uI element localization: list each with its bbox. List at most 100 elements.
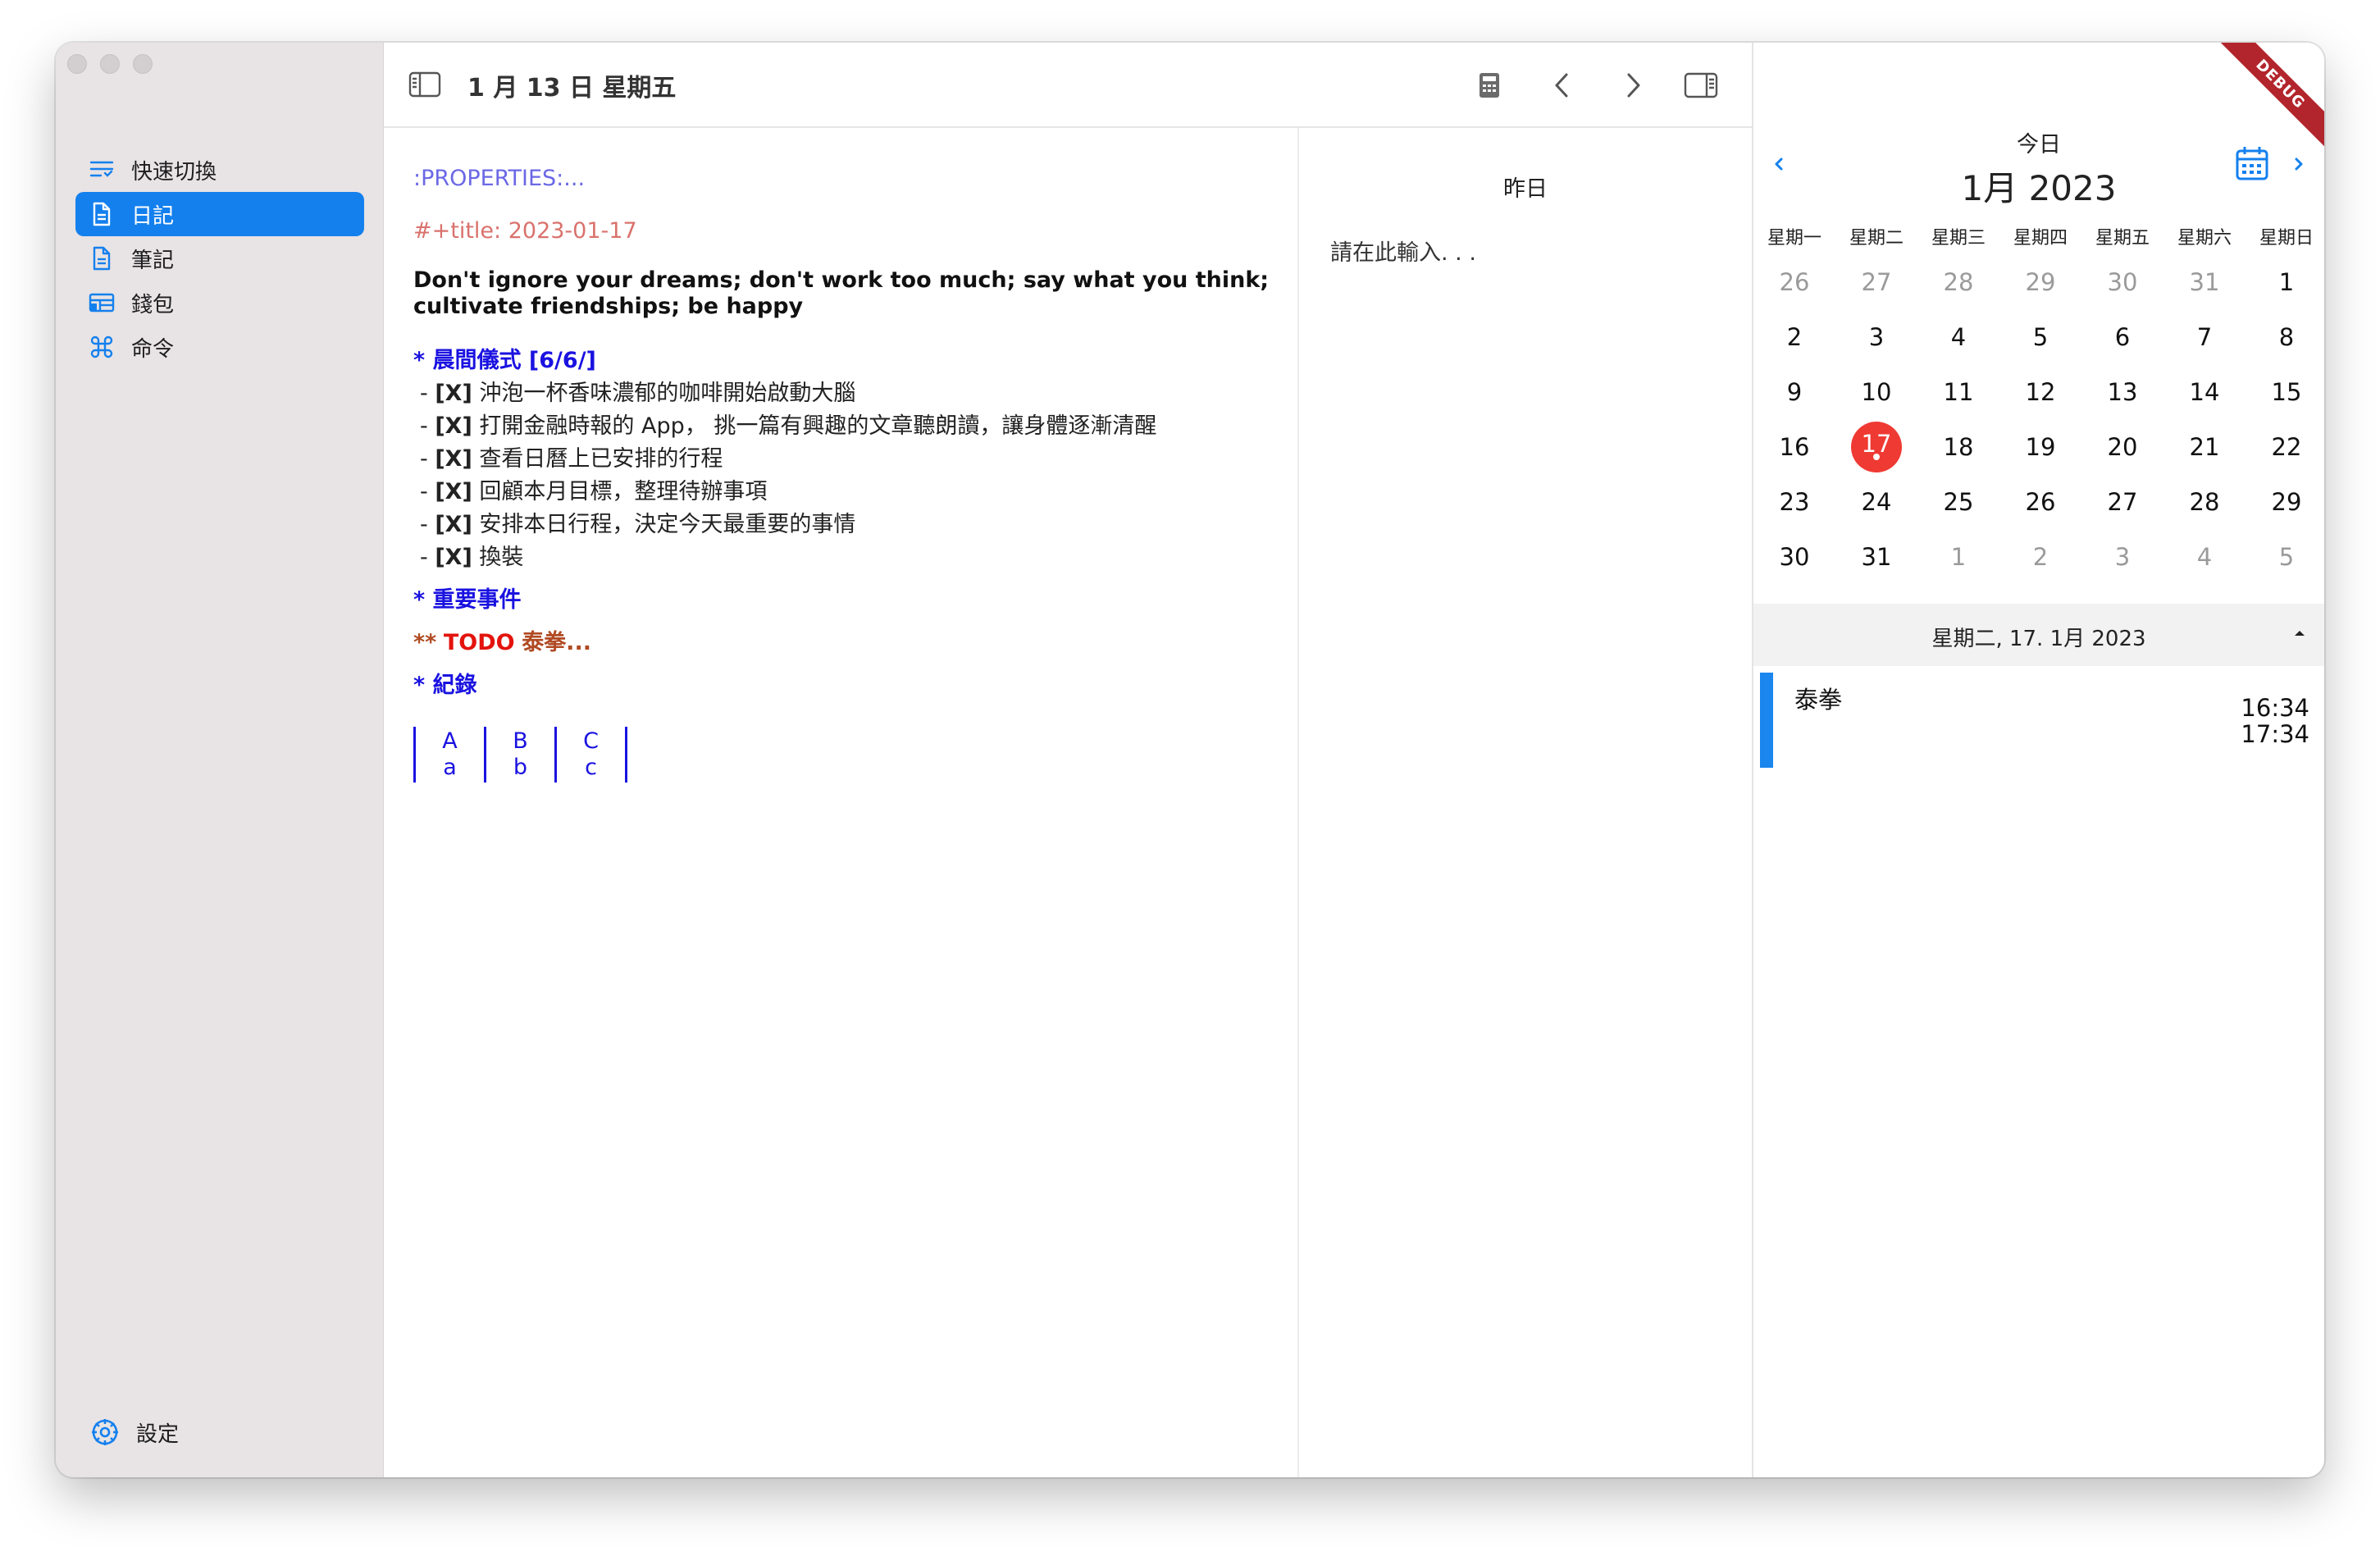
calendar-day[interactable]: 12 [1999, 364, 2081, 419]
calendar-day[interactable]: 16 [1753, 419, 1835, 474]
calendar-day[interactable]: 29 [1999, 254, 2081, 309]
sidebar-item-label: 錢包 [131, 292, 175, 317]
checklist-item[interactable]: - [X] 沖泡一杯香味濃郁的咖啡開始啟動大腦 [413, 377, 1274, 410]
weekday-label: 星期四 [2013, 228, 2068, 249]
heading-important-events[interactable]: * 重要事件 [413, 584, 1274, 617]
event-item[interactable]: 泰拳 16:34 17:34 [1760, 673, 2318, 768]
calendar-day[interactable]: 31 [1835, 529, 1917, 584]
properties-drawer[interactable]: :PROPERTIES:... [413, 162, 1274, 195]
calendar-day[interactable]: 31 [2163, 254, 2245, 309]
checkbox-mark[interactable]: [X] [435, 381, 472, 406]
next-day-button[interactable] [1617, 71, 1650, 100]
checkbox-mark[interactable]: [X] [435, 413, 472, 439]
calendar-day-selected[interactable]: 17 [1835, 419, 1917, 474]
calendar-day[interactable]: 27 [1835, 254, 1917, 309]
calendar-day[interactable]: 8 [2245, 309, 2324, 364]
calendar-day[interactable]: 22 [2245, 419, 2324, 474]
checklist-text: 安排本日行程，決定今天最重要的事情 [479, 512, 856, 537]
todo-stars: ** [413, 630, 437, 655]
heading-morning-ritual[interactable]: * 晨間儀式 [6/6/] [413, 345, 1274, 377]
selected-day-header[interactable]: 星期二, 17. 1月 2023 [1753, 604, 2324, 666]
calendar-day[interactable]: 3 [2081, 529, 2163, 584]
calendar-day[interactable]: 3 [1835, 309, 1917, 364]
checkbox-mark[interactable]: [X] [435, 479, 472, 504]
toggle-sidebar-button[interactable] [408, 71, 441, 98]
journal-editor-pane[interactable]: :PROPERTIES:... #+title: 2023-01-17 Don'… [384, 128, 1299, 1477]
calculator-button[interactable] [1473, 71, 1506, 100]
calendar-day[interactable]: 13 [2081, 364, 2163, 419]
minimize-window-button[interactable] [100, 54, 120, 74]
weekday-label: 星期一 [1767, 228, 1821, 249]
calendar-day[interactable]: 4 [1917, 309, 1999, 364]
calendar-day[interactable]: 28 [2163, 474, 2245, 529]
checklist-text: 打開金融時報的 App， 挑一篇有興趣的文章聽朗讀，讓身體逐漸清醒 [479, 413, 1157, 439]
calendar-day[interactable]: 26 [1753, 254, 1835, 309]
calendar-day[interactable]: 14 [2163, 364, 2245, 419]
calendar-day[interactable]: 19 [1999, 419, 2081, 474]
checklist-text: 查看日曆上已安排的行程 [479, 446, 723, 472]
calendar-day[interactable]: 4 [2163, 529, 2245, 584]
calendar-day[interactable]: 10 [1835, 364, 1917, 419]
sidebar-item-label: 快速切換 [131, 159, 217, 185]
weekday-label: 星期五 [2095, 228, 2150, 249]
calendar-week-row: 23 24 25 26 27 28 29 [1753, 474, 2324, 529]
current-date-title: 1 月 13 日 星期五 [467, 74, 677, 103]
calendar-day[interactable]: 20 [2081, 419, 2163, 474]
sidebar-item-command[interactable]: 命令 [75, 325, 364, 369]
chevron-right-icon [1627, 73, 1640, 98]
previous-month-button[interactable] [1767, 148, 1791, 180]
journal-document[interactable]: :PROPERTIES:... #+title: 2023-01-17 Don'… [413, 162, 1274, 783]
calendar-day[interactable]: 1 [2245, 254, 2324, 309]
calendar-day[interactable]: 5 [1999, 309, 2081, 364]
calendar-day[interactable]: 21 [2163, 419, 2245, 474]
calendar-day[interactable]: 11 [1917, 364, 1999, 419]
calendar-day[interactable]: 2 [1999, 529, 2081, 584]
collapse-caret-icon[interactable] [2291, 625, 2308, 641]
checklist-item[interactable]: - [X] 安排本日行程，決定今天最重要的事情 [413, 509, 1274, 541]
calendar-day[interactable]: 2 [1753, 309, 1835, 364]
calendar-day[interactable]: 27 [2081, 474, 2163, 529]
selected-day-label: 星期二, 17. 1月 2023 [1931, 627, 2146, 651]
checkbox-mark[interactable]: [X] [435, 545, 472, 570]
org-table[interactable]: Aa Bb Cc [413, 727, 1274, 783]
calendar-day[interactable]: 1 [1917, 529, 1999, 584]
checklist-item[interactable]: - [X] 回顧本月目標，整理待辦事項 [413, 476, 1274, 509]
calendar-day[interactable]: 30 [1753, 529, 1835, 584]
command-icon [89, 334, 115, 360]
checkbox-mark[interactable]: [X] [435, 446, 472, 472]
sidebar-item-journal[interactable]: 日記 [75, 192, 364, 236]
close-window-button[interactable] [67, 54, 87, 74]
calendar-day[interactable]: 9 [1753, 364, 1835, 419]
calendar-day[interactable]: 24 [1835, 474, 1917, 529]
calendar-day[interactable]: 15 [2245, 364, 2324, 419]
todo-heading[interactable]: ** TODO 泰拳... [413, 627, 1274, 659]
sidebar-item-notes[interactable]: 筆記 [75, 236, 364, 281]
zoom-window-button[interactable] [133, 54, 153, 74]
calendar-day[interactable]: 7 [2163, 309, 2245, 364]
calendar-day[interactable]: 29 [2245, 474, 2324, 529]
calendar-day[interactable]: 5 [2245, 529, 2324, 584]
calendar-picker-button[interactable] [2234, 144, 2270, 182]
yesterday-input[interactable]: 請在此輸入. . . [1330, 235, 1476, 267]
todo-keyword[interactable]: TODO [444, 630, 515, 655]
toggle-right-panel-button[interactable] [1683, 71, 1719, 100]
calendar-day[interactable]: 26 [1999, 474, 2081, 529]
calendar-day[interactable]: 30 [2081, 254, 2163, 309]
next-month-button[interactable] [2287, 148, 2311, 180]
calendar-day[interactable]: 18 [1917, 419, 1999, 474]
calendar-day[interactable]: 25 [1917, 474, 1999, 529]
heading-records[interactable]: * 紀錄 [413, 669, 1274, 702]
calendar-day[interactable]: 23 [1753, 474, 1835, 529]
checklist-item[interactable]: - [X] 換裝 [413, 541, 1274, 574]
document-icon [89, 201, 115, 227]
checklist-item[interactable]: - [X] 查看日曆上已安排的行程 [413, 443, 1274, 476]
sidebar-item-quick-switch[interactable]: 快速切換 [75, 148, 364, 192]
checkbox-mark[interactable]: [X] [435, 512, 472, 537]
settings-button[interactable]: 設定 [89, 1410, 179, 1454]
sidebar-nav: 快速切換 日記 筆記 錢包 命令 [75, 148, 364, 369]
calendar-day[interactable]: 28 [1917, 254, 1999, 309]
previous-day-button[interactable] [1545, 71, 1578, 100]
calendar-day[interactable]: 6 [2081, 309, 2163, 364]
checklist-item[interactable]: - [X] 打開金融時報的 App， 挑一篇有興趣的文章聽朗讀，讓身體逐漸清醒 [413, 410, 1274, 443]
sidebar-item-wallet[interactable]: 錢包 [75, 281, 364, 325]
